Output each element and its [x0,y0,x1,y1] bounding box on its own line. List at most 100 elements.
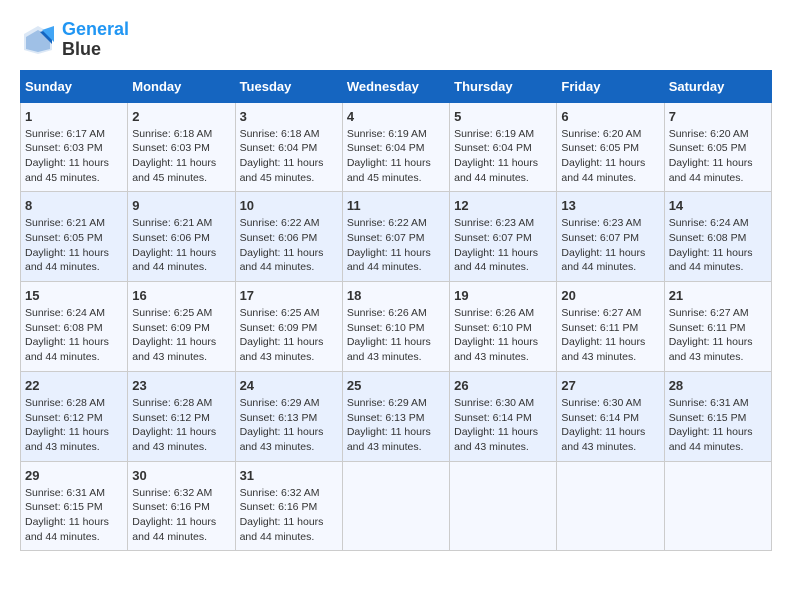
day-info: Sunrise: 6:28 AM Sunset: 6:12 PM Dayligh… [25,396,123,455]
calendar-cell: 25 Sunrise: 6:29 AM Sunset: 6:13 PM Dayl… [342,371,449,461]
day-info: Sunrise: 6:22 AM Sunset: 6:06 PM Dayligh… [240,216,338,275]
day-info: Sunrise: 6:29 AM Sunset: 6:13 PM Dayligh… [347,396,445,455]
day-info: Sunrise: 6:23 AM Sunset: 6:07 PM Dayligh… [454,216,552,275]
header-monday: Monday [128,70,235,102]
day-number: 27 [561,378,659,393]
day-number: 24 [240,378,338,393]
day-info: Sunrise: 6:19 AM Sunset: 6:04 PM Dayligh… [347,127,445,186]
calendar-cell: 1 Sunrise: 6:17 AM Sunset: 6:03 PM Dayli… [21,102,128,192]
calendar-cell: 10 Sunrise: 6:22 AM Sunset: 6:06 PM Dayl… [235,192,342,282]
day-number: 14 [669,198,767,213]
calendar-cell: 14 Sunrise: 6:24 AM Sunset: 6:08 PM Dayl… [664,192,771,282]
day-number: 30 [132,468,230,483]
day-info: Sunrise: 6:23 AM Sunset: 6:07 PM Dayligh… [561,216,659,275]
day-info: Sunrise: 6:26 AM Sunset: 6:10 PM Dayligh… [454,306,552,365]
calendar-cell: 29 Sunrise: 6:31 AM Sunset: 6:15 PM Dayl… [21,461,128,551]
day-info: Sunrise: 6:17 AM Sunset: 6:03 PM Dayligh… [25,127,123,186]
calendar-week-row: 1 Sunrise: 6:17 AM Sunset: 6:03 PM Dayli… [21,102,772,192]
header-friday: Friday [557,70,664,102]
calendar-cell: 22 Sunrise: 6:28 AM Sunset: 6:12 PM Dayl… [21,371,128,461]
day-number: 21 [669,288,767,303]
calendar-cell [664,461,771,551]
day-number: 23 [132,378,230,393]
day-number: 6 [561,109,659,124]
header-wednesday: Wednesday [342,70,449,102]
calendar-cell [557,461,664,551]
day-info: Sunrise: 6:18 AM Sunset: 6:04 PM Dayligh… [240,127,338,186]
day-info: Sunrise: 6:24 AM Sunset: 6:08 PM Dayligh… [669,216,767,275]
day-number: 4 [347,109,445,124]
day-number: 28 [669,378,767,393]
day-info: Sunrise: 6:26 AM Sunset: 6:10 PM Dayligh… [347,306,445,365]
calendar-week-row: 22 Sunrise: 6:28 AM Sunset: 6:12 PM Dayl… [21,371,772,461]
day-number: 17 [240,288,338,303]
day-info: Sunrise: 6:22 AM Sunset: 6:07 PM Dayligh… [347,216,445,275]
day-info: Sunrise: 6:32 AM Sunset: 6:16 PM Dayligh… [132,486,230,545]
calendar-week-row: 15 Sunrise: 6:24 AM Sunset: 6:08 PM Dayl… [21,282,772,372]
calendar-cell [342,461,449,551]
header-saturday: Saturday [664,70,771,102]
page-header: General Blue [20,20,772,60]
calendar-cell: 4 Sunrise: 6:19 AM Sunset: 6:04 PM Dayli… [342,102,449,192]
logo: General Blue [20,20,129,60]
calendar-cell: 2 Sunrise: 6:18 AM Sunset: 6:03 PM Dayli… [128,102,235,192]
day-number: 25 [347,378,445,393]
calendar-cell: 20 Sunrise: 6:27 AM Sunset: 6:11 PM Dayl… [557,282,664,372]
day-info: Sunrise: 6:27 AM Sunset: 6:11 PM Dayligh… [561,306,659,365]
logo-text: General Blue [62,20,129,60]
calendar-cell: 6 Sunrise: 6:20 AM Sunset: 6:05 PM Dayli… [557,102,664,192]
calendar-cell: 5 Sunrise: 6:19 AM Sunset: 6:04 PM Dayli… [450,102,557,192]
day-number: 15 [25,288,123,303]
calendar-table: SundayMondayTuesdayWednesdayThursdayFrid… [20,70,772,552]
day-info: Sunrise: 6:20 AM Sunset: 6:05 PM Dayligh… [669,127,767,186]
logo-icon [20,22,56,58]
day-info: Sunrise: 6:21 AM Sunset: 6:05 PM Dayligh… [25,216,123,275]
day-info: Sunrise: 6:31 AM Sunset: 6:15 PM Dayligh… [25,486,123,545]
day-number: 11 [347,198,445,213]
calendar-cell: 16 Sunrise: 6:25 AM Sunset: 6:09 PM Dayl… [128,282,235,372]
header-thursday: Thursday [450,70,557,102]
calendar-cell: 28 Sunrise: 6:31 AM Sunset: 6:15 PM Dayl… [664,371,771,461]
day-info: Sunrise: 6:18 AM Sunset: 6:03 PM Dayligh… [132,127,230,186]
day-number: 10 [240,198,338,213]
calendar-cell: 24 Sunrise: 6:29 AM Sunset: 6:13 PM Dayl… [235,371,342,461]
day-number: 3 [240,109,338,124]
calendar-cell: 8 Sunrise: 6:21 AM Sunset: 6:05 PM Dayli… [21,192,128,282]
day-number: 20 [561,288,659,303]
day-number: 26 [454,378,552,393]
day-number: 1 [25,109,123,124]
header-tuesday: Tuesday [235,70,342,102]
calendar-cell: 9 Sunrise: 6:21 AM Sunset: 6:06 PM Dayli… [128,192,235,282]
day-info: Sunrise: 6:27 AM Sunset: 6:11 PM Dayligh… [669,306,767,365]
day-number: 5 [454,109,552,124]
day-info: Sunrise: 6:29 AM Sunset: 6:13 PM Dayligh… [240,396,338,455]
calendar-cell: 7 Sunrise: 6:20 AM Sunset: 6:05 PM Dayli… [664,102,771,192]
calendar-cell: 21 Sunrise: 6:27 AM Sunset: 6:11 PM Dayl… [664,282,771,372]
calendar-cell: 31 Sunrise: 6:32 AM Sunset: 6:16 PM Dayl… [235,461,342,551]
day-info: Sunrise: 6:25 AM Sunset: 6:09 PM Dayligh… [240,306,338,365]
calendar-cell: 18 Sunrise: 6:26 AM Sunset: 6:10 PM Dayl… [342,282,449,372]
day-number: 12 [454,198,552,213]
calendar-cell: 30 Sunrise: 6:32 AM Sunset: 6:16 PM Dayl… [128,461,235,551]
calendar-cell [450,461,557,551]
day-number: 29 [25,468,123,483]
header-sunday: Sunday [21,70,128,102]
day-number: 31 [240,468,338,483]
day-info: Sunrise: 6:24 AM Sunset: 6:08 PM Dayligh… [25,306,123,365]
day-info: Sunrise: 6:32 AM Sunset: 6:16 PM Dayligh… [240,486,338,545]
day-number: 13 [561,198,659,213]
day-info: Sunrise: 6:31 AM Sunset: 6:15 PM Dayligh… [669,396,767,455]
day-number: 9 [132,198,230,213]
day-number: 19 [454,288,552,303]
day-info: Sunrise: 6:21 AM Sunset: 6:06 PM Dayligh… [132,216,230,275]
calendar-week-row: 8 Sunrise: 6:21 AM Sunset: 6:05 PM Dayli… [21,192,772,282]
day-info: Sunrise: 6:30 AM Sunset: 6:14 PM Dayligh… [454,396,552,455]
day-number: 2 [132,109,230,124]
day-info: Sunrise: 6:25 AM Sunset: 6:09 PM Dayligh… [132,306,230,365]
calendar-cell: 27 Sunrise: 6:30 AM Sunset: 6:14 PM Dayl… [557,371,664,461]
day-number: 22 [25,378,123,393]
calendar-week-row: 29 Sunrise: 6:31 AM Sunset: 6:15 PM Dayl… [21,461,772,551]
day-info: Sunrise: 6:28 AM Sunset: 6:12 PM Dayligh… [132,396,230,455]
day-info: Sunrise: 6:19 AM Sunset: 6:04 PM Dayligh… [454,127,552,186]
calendar-cell: 19 Sunrise: 6:26 AM Sunset: 6:10 PM Dayl… [450,282,557,372]
